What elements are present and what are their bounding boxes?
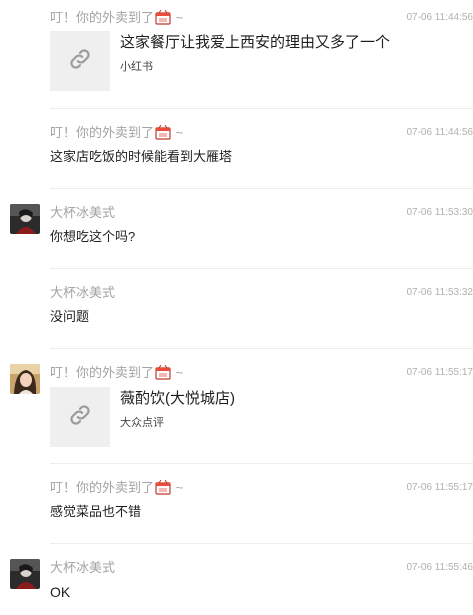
takeout-box-emoji-icon [155, 9, 171, 25]
link-title: 薇酌饮(大悦城店) [120, 390, 235, 407]
divider [50, 188, 473, 189]
avatar[interactable] [10, 559, 40, 589]
message-text: OK [50, 584, 71, 600]
link-icon [67, 46, 93, 77]
sender-name: 大杯冰美式 [50, 560, 116, 575]
message-time: 07-06 11:55:17 [406, 482, 473, 493]
link-icon [67, 402, 93, 433]
link-source: 大众点评 [120, 417, 164, 429]
message-time: 07-06 11:55:46 [406, 562, 473, 573]
sender-name: 大杯冰美式 [50, 285, 116, 300]
link-card[interactable]: 这家餐厅让我爱上西安的理由又多了一个 小红书 [50, 31, 450, 93]
divider [50, 108, 473, 109]
message-time: 07-06 11:53:30 [406, 207, 473, 218]
link-title: 这家餐厅让我爱上西安的理由又多了一个 [120, 34, 391, 51]
avatar[interactable] [10, 364, 40, 394]
link-thumbnail [50, 31, 110, 91]
sender-name: 叮！你的外卖到了 ~ [50, 364, 184, 380]
message-time: 07-06 11:44:56 [406, 127, 473, 138]
message-time: 07-06 11:53:32 [406, 287, 473, 298]
message-time: 07-06 11:44:56 [406, 12, 473, 23]
message-text: 感觉菜品也不错 [50, 504, 142, 519]
divider [50, 348, 473, 349]
takeout-box-emoji-icon [155, 124, 171, 140]
divider [50, 543, 473, 544]
message-text: 你想吃这个吗? [50, 229, 136, 244]
takeout-box-emoji-icon [155, 479, 171, 495]
message-text: 这家店吃饭的时候能看到大雁塔 [50, 149, 233, 164]
sender-name: 叮！你的外卖到了 ~ [50, 9, 184, 25]
divider [50, 463, 473, 464]
link-thumbnail [50, 387, 110, 447]
sender-name: 叮！你的外卖到了 ~ [50, 124, 184, 140]
link-card[interactable]: 薇酌饮(大悦城店) 大众点评 [50, 387, 450, 449]
link-source: 小红书 [120, 61, 153, 73]
avatar[interactable] [10, 204, 40, 234]
message-text: 没问题 [50, 309, 90, 324]
sender-name: 叮！你的外卖到了 ~ [50, 479, 184, 495]
divider [50, 268, 473, 269]
takeout-box-emoji-icon [155, 364, 171, 380]
sender-name: 大杯冰美式 [50, 205, 116, 220]
message-time: 07-06 11:55:17 [406, 367, 473, 378]
